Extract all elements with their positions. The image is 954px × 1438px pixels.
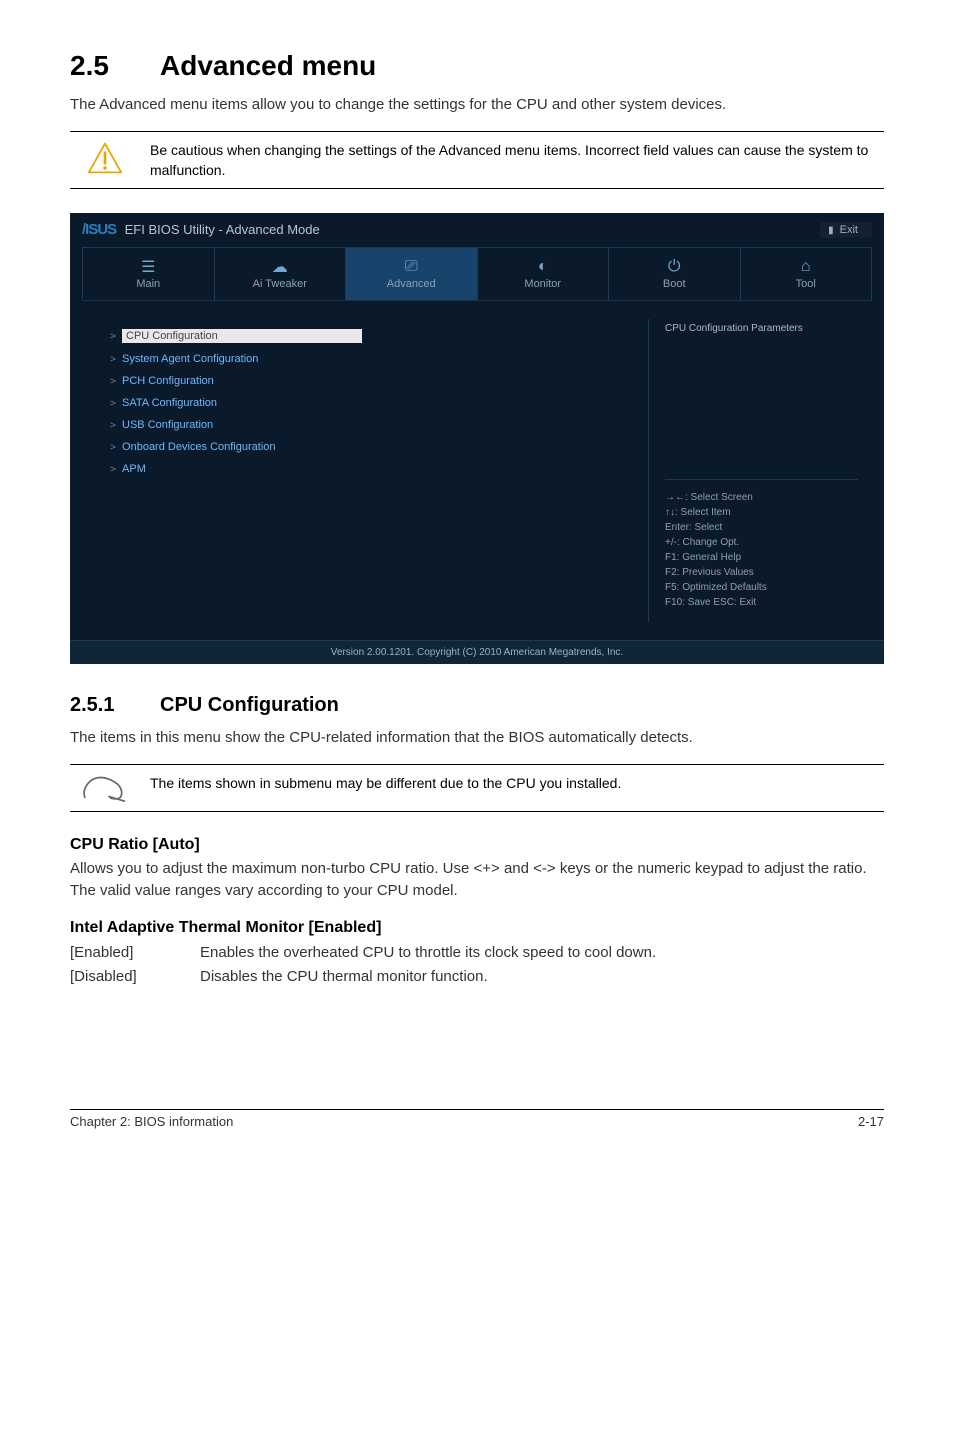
key-hint: F2: Previous Values bbox=[665, 565, 858, 580]
footer-right: 2-17 bbox=[858, 1114, 884, 1129]
option-row: [Enabled] Enables the overheated CPU to … bbox=[70, 941, 884, 965]
chevron-icon: > bbox=[110, 331, 116, 342]
tab-monitor[interactable]: ◐ Monitor bbox=[478, 247, 610, 300]
key-hint: +/-: Change Opt. bbox=[665, 535, 858, 550]
setting-title-cpu-ratio: CPU Ratio [Auto] bbox=[70, 836, 884, 854]
tab-label: Ai Tweaker bbox=[215, 278, 346, 290]
menu-item-apm[interactable]: > APM bbox=[110, 463, 648, 475]
key-hint: Enter: Select bbox=[665, 520, 858, 535]
key-hint: F1: General Help bbox=[665, 550, 858, 565]
setting-body: Allows you to adjust the maximum non-tur… bbox=[70, 858, 884, 903]
tab-label: Advanced bbox=[346, 278, 477, 290]
chevron-icon: > bbox=[110, 442, 116, 453]
menu-item-label: PCH Configuration bbox=[122, 375, 214, 387]
chevron-icon: > bbox=[110, 354, 116, 365]
setting-title-thermal-monitor: Intel Adaptive Thermal Monitor [Enabled] bbox=[70, 919, 884, 937]
bios-menu-list: > CPU Configuration > System Agent Configu… bbox=[110, 319, 648, 622]
chevron-icon: > bbox=[110, 420, 116, 431]
bios-screenshot: /ISUS EFI BIOS Utility - Advanced Mode ▮… bbox=[70, 213, 884, 664]
section-number: 2.5 bbox=[70, 50, 160, 82]
tab-ai-tweaker[interactable]: ☁ Ai Tweaker bbox=[215, 247, 347, 300]
section-name: Advanced menu bbox=[160, 50, 376, 81]
bios-brand: /ISUS bbox=[82, 221, 116, 238]
chevron-icon: > bbox=[110, 376, 116, 387]
list-icon: ☰ bbox=[83, 256, 214, 278]
monitor-icon: ◐ bbox=[478, 256, 609, 278]
menu-item-label: CPU Configuration bbox=[122, 329, 362, 343]
tab-main[interactable]: ☰ Main bbox=[82, 247, 215, 300]
key-hint: F5: Optimized Defaults bbox=[665, 580, 858, 595]
bios-logo-title: /ISUS EFI BIOS Utility - Advanced Mode bbox=[82, 221, 320, 239]
option-value: Disables the CPU thermal monitor functio… bbox=[200, 965, 884, 989]
info-note: The items shown in submenu may be differ… bbox=[70, 764, 884, 812]
caution-note: Be cautious when changing the settings o… bbox=[70, 131, 884, 190]
option-row: [Disabled] Disables the CPU thermal moni… bbox=[70, 965, 884, 989]
tab-label: Monitor bbox=[478, 278, 609, 290]
bios-help-panel: CPU Configuration Parameters →←: Select … bbox=[648, 319, 858, 622]
chevron-icon: > bbox=[110, 464, 116, 475]
chevron-icon: > bbox=[110, 398, 116, 409]
subsection-number: 2.5.1 bbox=[70, 694, 160, 717]
tab-advanced[interactable]: ⎚ Advanced bbox=[346, 247, 478, 300]
menu-item-label: Onboard Devices Configuration bbox=[122, 441, 275, 453]
option-value: Enables the overheated CPU to throttle i… bbox=[200, 941, 884, 965]
menu-item-cpu-config[interactable]: > CPU Configuration bbox=[110, 329, 648, 343]
menu-item-pch[interactable]: > PCH Configuration bbox=[110, 375, 648, 387]
bios-footer: Version 2.00.1201. Copyright (C) 2010 Am… bbox=[70, 640, 884, 664]
cloud-icon: ☁ bbox=[215, 256, 346, 278]
exit-icon: ▮ bbox=[828, 225, 834, 236]
tab-label: Boot bbox=[609, 278, 740, 290]
page-footer: Chapter 2: BIOS information 2-17 bbox=[70, 1109, 884, 1129]
key-hint: F10: Save ESC: Exit bbox=[665, 595, 858, 610]
menu-item-label: APM bbox=[122, 463, 146, 475]
exit-label: Exit bbox=[840, 224, 858, 236]
menu-item-system-agent[interactable]: > System Agent Configuration bbox=[110, 353, 648, 365]
section-title: 2.5Advanced menu bbox=[70, 50, 884, 82]
menu-item-sata[interactable]: > SATA Configuration bbox=[110, 397, 648, 409]
menu-item-label: System Agent Configuration bbox=[122, 353, 258, 365]
tab-label: Tool bbox=[741, 278, 872, 290]
caution-icon bbox=[70, 132, 140, 184]
exit-button[interactable]: ▮ Exit bbox=[820, 222, 872, 238]
note-icon bbox=[70, 765, 140, 811]
bios-title: EFI BIOS Utility - Advanced Mode bbox=[125, 222, 320, 237]
subsection-body: The items in this menu show the CPU-rela… bbox=[70, 727, 884, 750]
options-table: [Enabled] Enables the overheated CPU to … bbox=[70, 941, 884, 989]
power-icon: ⏻ bbox=[609, 256, 740, 278]
intro-paragraph: The Advanced menu items allow you to cha… bbox=[70, 94, 884, 117]
subsection-title: 2.5.1CPU Configuration bbox=[70, 694, 884, 717]
advanced-icon: ⎚ bbox=[346, 256, 477, 278]
menu-item-label: USB Configuration bbox=[122, 419, 213, 431]
menu-item-onboard-devices[interactable]: > Onboard Devices Configuration bbox=[110, 441, 648, 453]
option-key: [Enabled] bbox=[70, 941, 200, 965]
key-hint: ↑↓: Select Item bbox=[665, 505, 858, 520]
note-text: The items shown in submenu may be differ… bbox=[140, 765, 884, 801]
footer-left: Chapter 2: BIOS information bbox=[70, 1114, 233, 1129]
menu-item-usb[interactable]: > USB Configuration bbox=[110, 419, 648, 431]
tab-label: Main bbox=[83, 278, 214, 290]
tool-icon: ⌂ bbox=[741, 256, 872, 278]
caution-text: Be cautious when changing the settings o… bbox=[140, 132, 884, 189]
help-keys: →←: Select Screen ↑↓: Select Item Enter:… bbox=[665, 479, 858, 622]
menu-item-label: SATA Configuration bbox=[122, 397, 217, 409]
key-hint: →←: Select Screen bbox=[665, 490, 858, 505]
tab-tool[interactable]: ⌂ Tool bbox=[741, 247, 873, 300]
subsection-name: CPU Configuration bbox=[160, 694, 339, 716]
help-title: CPU Configuration Parameters bbox=[665, 319, 858, 334]
tab-boot[interactable]: ⏻ Boot bbox=[609, 247, 741, 300]
option-key: [Disabled] bbox=[70, 965, 200, 989]
bios-tabs: ☰ Main ☁ Ai Tweaker ⎚ Advanced ◐ Monitor… bbox=[82, 247, 872, 300]
